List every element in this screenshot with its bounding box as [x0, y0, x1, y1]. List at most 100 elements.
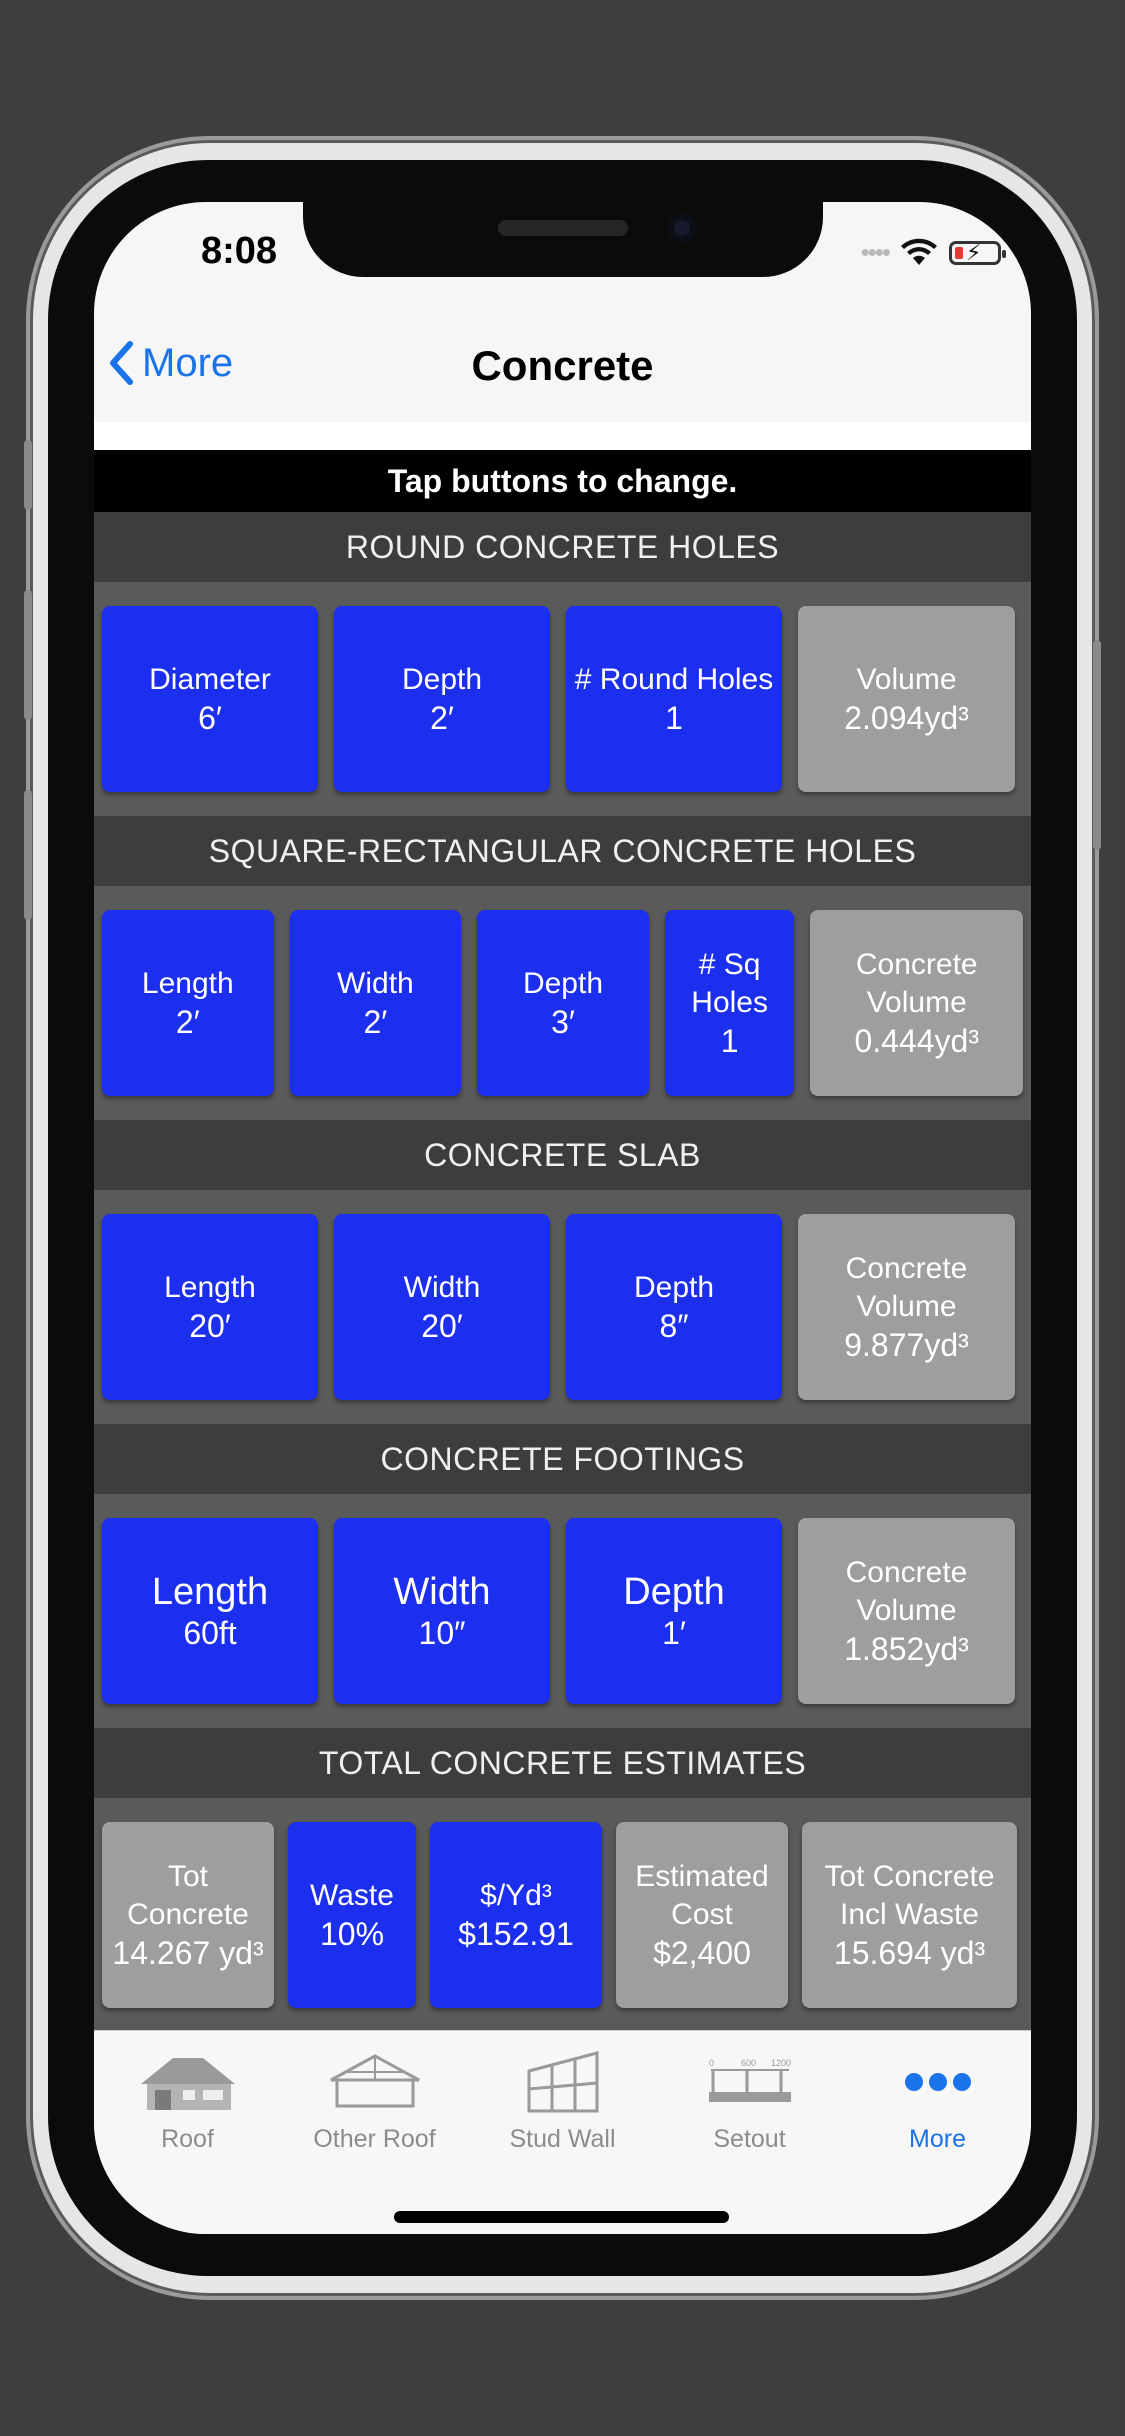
tile-label: # Round Holes: [574, 663, 774, 696]
hint-banner: Tap buttons to change.: [94, 450, 1031, 512]
slab-length-button[interactable]: Length 20′: [102, 1214, 318, 1400]
square-holes-count-button[interactable]: # Sq Holes 1: [664, 910, 795, 1096]
tile-label: Width: [393, 1571, 491, 1613]
tile-label: $/Yd³: [480, 1879, 552, 1912]
more-dots-icon: [904, 2073, 971, 2091]
tile-value: 0.444yd³: [854, 1023, 979, 1059]
tile-label: Cost: [671, 1898, 733, 1931]
tile-label: Width: [337, 967, 414, 1000]
section-header-round-holes: ROUND CONCRETE HOLES: [94, 512, 1031, 582]
front-camera: [668, 214, 696, 242]
slab-volume-result: Concrete Volume 9.877yd³: [798, 1214, 1015, 1400]
power-button: [1093, 640, 1101, 850]
tile-label: Incl Waste: [840, 1898, 979, 1931]
stud-wall-icon: [527, 2051, 598, 2113]
total-incl-waste-result: Tot Concrete Incl Waste 15.694 yd³: [802, 1822, 1017, 2008]
tile-label: Volume: [856, 1290, 957, 1323]
tile-label: Volume: [866, 986, 967, 1019]
tile-value: 2.094yd³: [844, 700, 969, 736]
setout-tick-1200: 1200: [771, 2058, 791, 2068]
tile-label: Depth: [633, 1271, 715, 1304]
battery-icon: ⚡: [949, 240, 1006, 265]
notch: [303, 202, 823, 277]
tile-value: $2,400: [653, 1935, 751, 1971]
square-length-button[interactable]: Length 2′: [102, 910, 274, 1096]
tile-label: Concrete: [845, 1252, 968, 1285]
status-icons: •••• ⚡: [861, 237, 1006, 268]
tab-stud-wall[interactable]: Stud Wall: [469, 2047, 656, 2154]
waste-percent-button[interactable]: Waste 10%: [288, 1822, 416, 2008]
tile-label: Volume: [856, 663, 957, 696]
tab-label: Stud Wall: [509, 2125, 616, 2153]
tile-value: 10″: [418, 1615, 466, 1651]
tile-value: 1.852yd³: [844, 1631, 969, 1667]
round-volume-result: Volume 2.094yd³: [798, 606, 1015, 792]
square-depth-button[interactable]: Depth 3′: [477, 910, 649, 1096]
setout-ruler-icon: 0 600 1200: [708, 2058, 791, 2102]
tile-label: Depth: [522, 967, 604, 1000]
tile-value: $152.91: [458, 1916, 574, 1952]
row-square-holes: Length 2′ Width 2′ Depth 3′ # Sq Holes 1…: [94, 886, 1031, 1120]
tile-label: Concrete: [127, 1898, 249, 1931]
tab-label: Setout: [713, 2125, 786, 2153]
wifi-icon: [901, 238, 937, 265]
tile-value: 8″: [659, 1308, 689, 1344]
round-holes-count-button[interactable]: # Round Holes 1: [566, 606, 782, 792]
tile-label: # Sq: [698, 948, 761, 981]
tile-value: 60ft: [183, 1615, 237, 1651]
tab-more[interactable]: More: [844, 2047, 1031, 2154]
tile-value: 2′: [175, 1004, 200, 1040]
tile-value: 20′: [421, 1308, 463, 1344]
tile-value: 2′: [430, 700, 454, 736]
silent-switch: [24, 440, 32, 510]
tile-value: 14.267 yd³: [112, 1935, 264, 1971]
tab-setout[interactable]: 0 600 1200 Setout: [656, 2047, 843, 2154]
footing-width-button[interactable]: Width 10″: [334, 1518, 550, 1704]
footing-depth-button[interactable]: Depth 1′: [566, 1518, 782, 1704]
tile-value: 15.694 yd³: [833, 1935, 986, 1971]
page-title: Concrete: [471, 342, 654, 389]
section-header-slab: CONCRETE SLAB: [94, 1120, 1031, 1190]
footing-length-button[interactable]: Length 60ft: [102, 1518, 318, 1704]
tile-label: Concrete: [845, 1556, 968, 1589]
slab-width-button[interactable]: Width 20′: [334, 1214, 550, 1400]
status-time: 8:08: [200, 230, 278, 272]
gable-roof-icon: [329, 2054, 420, 2108]
tile-value: 20′: [189, 1308, 231, 1344]
tile-value: 9.877yd³: [844, 1327, 969, 1363]
price-per-yard-button[interactable]: $/Yd³ $152.91: [430, 1822, 602, 2008]
footing-volume-result: Concrete Volume 1.852yd³: [798, 1518, 1015, 1704]
tile-label: Diameter: [149, 663, 271, 696]
tile-label: Length: [151, 1571, 269, 1613]
tile-label: Concrete: [855, 948, 978, 981]
tab-label: More: [909, 2125, 966, 2153]
nav-spacer: [94, 422, 1031, 450]
tile-label: Tot Concrete: [824, 1860, 995, 1893]
tile-value: 2′: [363, 1004, 388, 1040]
tile-label: Length: [141, 967, 234, 1000]
tile-value: 1: [665, 700, 683, 736]
tab-other-roof[interactable]: Other Roof: [281, 2047, 468, 2154]
tile-label: Volume: [856, 1594, 957, 1627]
round-depth-button[interactable]: Depth 2′: [334, 606, 550, 792]
tile-label: Tot: [167, 1860, 209, 1893]
home-indicator[interactable]: [394, 2211, 729, 2223]
round-diameter-button[interactable]: Diameter 6′: [102, 606, 318, 792]
tab-roof[interactable]: Roof: [94, 2047, 281, 2154]
tile-label: Depth: [623, 1571, 725, 1613]
setout-tick-600: 600: [741, 2058, 756, 2068]
volume-up-button: [24, 590, 32, 720]
battery-level: [955, 246, 963, 259]
tile-label: Estimated: [635, 1860, 769, 1893]
calculator-content: Tap buttons to change. ROUND CONCRETE HO…: [94, 450, 1031, 2032]
volume-down-button: [24, 790, 32, 920]
square-width-button[interactable]: Width 2′: [289, 910, 462, 1096]
tile-label: Length: [164, 1271, 256, 1304]
tab-bar: Roof Other Roof Stud Wall 0 600 1200 Set…: [94, 2030, 1031, 2234]
slab-depth-button[interactable]: Depth 8″: [566, 1214, 782, 1400]
row-slab: Length 20′ Width 20′ Depth 8″ Concrete V…: [94, 1190, 1031, 1424]
navigation-bar: More Concrete: [94, 312, 1031, 423]
tile-value: 3′: [551, 1004, 575, 1040]
section-header-totals: TOTAL CONCRETE ESTIMATES: [94, 1728, 1031, 1798]
row-footings: Length 60ft Width 10″ Depth 1′ Concrete …: [94, 1494, 1031, 1728]
